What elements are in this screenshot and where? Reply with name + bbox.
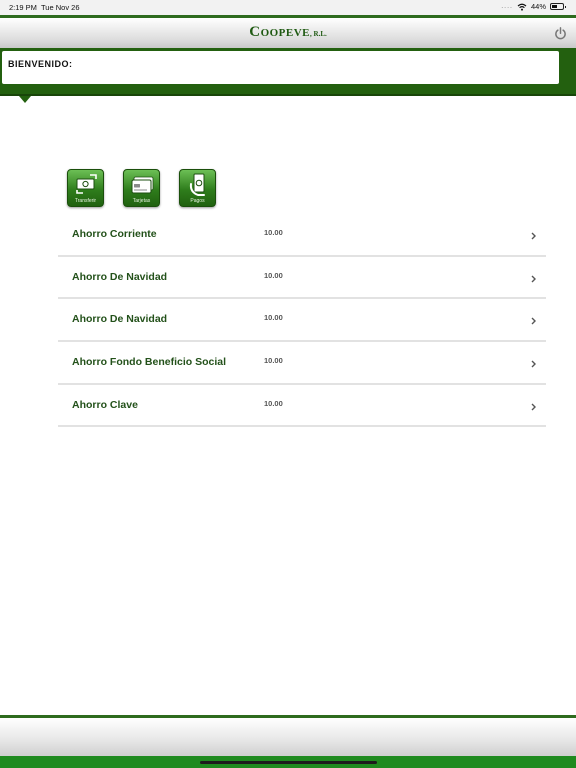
home-indicator[interactable] [200,761,377,764]
payment-icon [189,173,205,196]
list-item[interactable]: Ahorro Clave 10.00 [58,385,546,428]
list-item[interactable]: Ahorro De Navidad 10.00 [58,299,546,343]
chevron-right-icon [531,317,536,325]
account-amount: 10.00 [264,228,283,237]
brand-suffix: , R.L. [310,30,327,38]
payments-label: Pagos [190,198,205,204]
cards-button[interactable]: Tarjetas [123,169,160,207]
list-item[interactable]: Ahorro De Navidad 10.00 [58,257,546,300]
wifi-icon [517,3,527,11]
account-name: Ahorro Corriente [72,228,157,240]
battery-percent: 44% [530,2,546,11]
app-screen: 2:19 PM Tue Nov 26 .... 44% Coopeve, R.L… [0,0,576,768]
account-amount: 10.00 [264,313,283,323]
welcome-text: BIENVENIDO: [8,59,73,69]
card-icon [131,176,154,194]
battery-fill [552,5,558,8]
account-name: Ahorro De Navidad [72,313,168,326]
brand-logo: Coopeve, R.L. [0,23,576,41]
action-buttons: Transferir Tarjetas Pagos [67,169,216,207]
transfer-icon [76,174,97,194]
chevron-right-icon [531,275,536,283]
account-amount: 10.00 [264,356,283,366]
top-bar: Coopeve, R.L. [0,15,576,48]
banner-pointer [19,96,31,103]
status-time: 2:19 PM [9,3,37,12]
payments-button[interactable]: Pagos [179,169,216,207]
status-right: .... 44% [501,2,566,11]
welcome-banner: BIENVENIDO: [0,48,576,96]
power-icon[interactable] [554,27,567,40]
cards-label: Tarjetas [132,198,151,204]
transfer-button[interactable]: Transferir [67,169,104,207]
chevron-right-icon [531,360,536,368]
welcome-box: BIENVENIDO: [2,51,559,84]
account-name: Ahorro Fondo Beneficio Social [72,356,227,369]
status-date: Tue Nov 26 [41,3,80,12]
bottom-toolbar [0,715,576,756]
account-name: Ahorro Clave [72,398,138,411]
list-item[interactable]: Ahorro Corriente 10.00 [58,214,546,257]
battery-icon [550,3,566,10]
brand-name: Coopeve [249,24,311,40]
chevron-right-icon [531,403,536,411]
account-name: Ahorro De Navidad [72,270,168,283]
signal-dots: .... [501,3,513,10]
account-list: Ahorro Corriente 10.00 Ahorro De Navidad… [58,214,546,428]
status-bar: 2:19 PM Tue Nov 26 .... 44% [0,0,576,15]
transfer-label: Transferir [74,198,97,204]
list-item[interactable]: Ahorro Fondo Beneficio Social 10.00 [58,342,546,385]
chevron-right-icon [531,232,536,240]
account-amount: 10.00 [264,398,283,408]
account-amount: 10.00 [264,270,283,280]
